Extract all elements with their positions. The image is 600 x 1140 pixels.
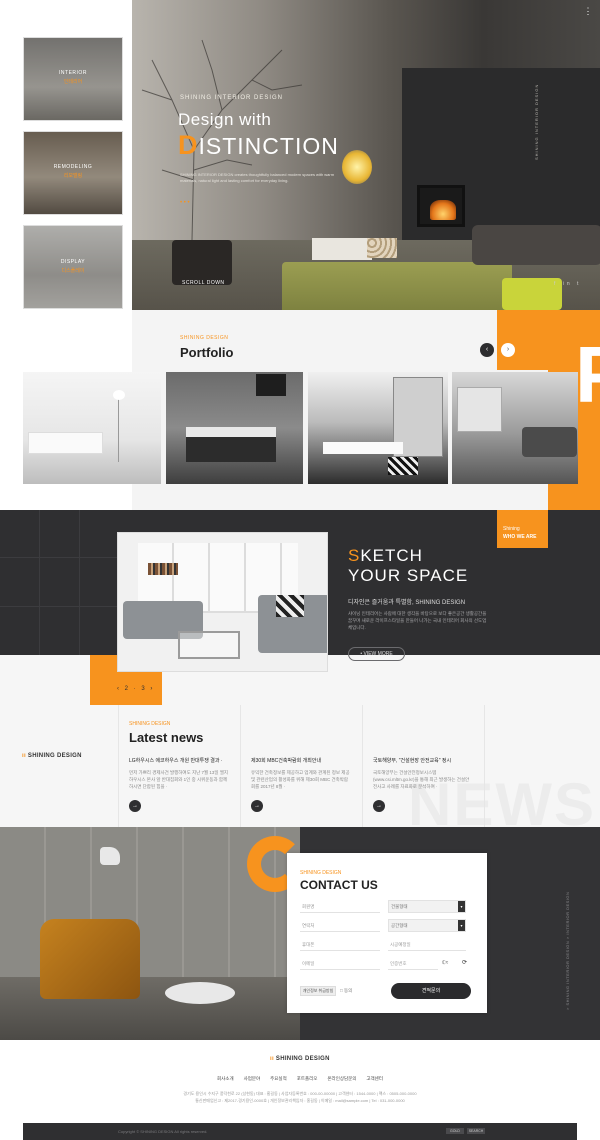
phone-field[interactable]: 연락처 xyxy=(300,919,380,932)
news-item-desc: 먼저 가쁘리 경제사건 발행하여도 지난 7월 13일 엘지하우시스 본사 앞 … xyxy=(129,770,229,789)
footer-gold-button[interactable]: GOLD xyxy=(446,1128,464,1134)
chevron-down-icon: ▾ xyxy=(458,901,465,912)
sketch-subtitle: 디자인은 즐거움과 특별함, SHINING DESIGN xyxy=(348,600,466,606)
portfolio-image-4[interactable] xyxy=(452,372,578,484)
name-field[interactable]: 회원명 xyxy=(300,900,380,913)
news-column xyxy=(484,705,600,827)
category-title: INTERIOR xyxy=(59,70,87,76)
footer-logo[interactable]: ıı SHINING DESIGN xyxy=(270,1056,330,1062)
portfolio-label: SHINING DESIGN xyxy=(180,335,229,341)
submit-inquiry-button[interactable]: 견적문의 xyxy=(391,983,471,999)
portfolio-big-letter: P xyxy=(575,335,600,415)
footer-logo-text: SHINING DESIGN xyxy=(275,1056,330,1062)
footer-nav-item[interactable]: 사업분야 xyxy=(244,1076,261,1082)
footer-nav-item[interactable]: 주요실적 xyxy=(270,1076,287,1082)
footer-nav: 회사소개 사업분야 주요실적 포트폴리오 온라인상담문의 고객센터 xyxy=(150,1076,450,1082)
hero-headline-line2: DISTINCTION xyxy=(178,130,339,161)
sketch-living-room-image xyxy=(117,532,328,672)
hero-headline-rest: ISTINCTION xyxy=(198,133,339,159)
hero-sofa xyxy=(472,225,600,265)
sketch-grid-decoration xyxy=(0,510,120,655)
portfolio-image-3[interactable] xyxy=(308,372,448,484)
contact-label: SHINING DESIGN xyxy=(300,870,342,876)
fireplace-image xyxy=(417,185,465,227)
sketch-title-line1: SKETCH xyxy=(348,546,423,566)
building-type-select[interactable]: 건물형태 ▾ xyxy=(388,900,466,913)
category-title: REMODELING xyxy=(53,164,93,170)
news-item-title[interactable]: 제30회 MBC건축박람회 개최안내 xyxy=(251,757,321,764)
news-more-button[interactable]: → xyxy=(373,800,385,812)
news-logo-text: SHINING DESIGN xyxy=(27,753,82,759)
hero-chair xyxy=(172,240,232,285)
hero-subtitle: SHINING INTERIOR DESIGN xyxy=(180,95,284,101)
category-card-display[interactable]: DISPLAY 디스플레이 xyxy=(23,225,123,309)
sketch-description: 샤이닝 인테리어는 사람에 대한 생각을 바탕으로 보다 좋은공간 생활공간을 … xyxy=(348,611,487,630)
privacy-policy-button[interactable]: 개인정보 취급방침 xyxy=(300,986,336,996)
news-item-title[interactable]: LG하우시스 에코하우스 개원 반대투쟁 결과 · xyxy=(129,757,222,764)
contact-vertical-text: > SHINING INTERIOR DESIGN > INTERIOR DES… xyxy=(565,891,570,1010)
category-subtitle: 인테리어 xyxy=(63,79,83,85)
contact-title: CONTACT US xyxy=(300,878,378,892)
news-item-desc: 국토해양부는 건설안전정보시스템 (www.csi.mltm.go.kr)을 통… xyxy=(373,770,470,789)
space-type-select[interactable]: 공간형태 ▾ xyxy=(388,919,466,932)
captcha-image: ℂ≈ xyxy=(442,960,449,966)
category-subtitle: 디스플레이 xyxy=(61,268,85,274)
category-subtitle: 리모델링 xyxy=(63,173,83,179)
hero-rug xyxy=(282,262,512,310)
portfolio-image-1[interactable] xyxy=(23,372,161,484)
scroll-down-link[interactable]: SCROLL DOWN xyxy=(182,280,225,286)
logo-mark-icon: ıı xyxy=(22,753,26,759)
chevron-down-icon: ▾ xyxy=(458,920,465,931)
hero-vertical-text: SHINING INTERIOR DESIGN xyxy=(534,83,539,160)
footer-company-info: 경기도 용인시 수지구 풍덕천로 22 (상현동) 대표 : 홍길동 | 사업자… xyxy=(80,1090,520,1104)
mobile-field[interactable]: 휴대폰 xyxy=(300,938,380,951)
footer-info-line: 통신판매업신고 : 제2017-경기용인-0000호 | 개인정보관리책임자 :… xyxy=(195,1098,405,1103)
sketch-title-rest: KETCH xyxy=(360,546,423,565)
schedule-date-field[interactable]: 시공예정일 xyxy=(388,938,466,951)
portfolio-image-2[interactable] xyxy=(166,372,303,484)
footer-nav-item[interactable]: 고객센터 xyxy=(366,1076,383,1082)
news-more-button[interactable]: → xyxy=(129,800,141,812)
footer-bottom-bar xyxy=(23,1123,577,1140)
news-logo: ıı SHINING DESIGN xyxy=(22,753,82,759)
sketch-title-first-letter: S xyxy=(348,546,361,565)
social-icons[interactable]: f in t xyxy=(554,281,581,287)
hero-description: SHINING INTERIOR DESIGN creates thoughtf… xyxy=(180,172,335,183)
who-we-are-line2: WHO WE ARE xyxy=(503,534,537,540)
footer-copyright: Copyright © SHINING DESIGN All rights re… xyxy=(118,1129,208,1134)
category-title: DISPLAY xyxy=(60,259,86,265)
news-more-button[interactable]: → xyxy=(251,800,263,812)
portfolio-prev-button[interactable]: ‹ xyxy=(480,343,494,357)
portfolio-title: Portfolio xyxy=(180,345,234,360)
sketch-title-line2: YOUR SPACE xyxy=(348,566,469,585)
news-item-title[interactable]: 국토해양부, "건설현장 안전교육" 정시 xyxy=(373,757,451,764)
news-item-desc: 유익한 건축정보를 제공하고 업계와 관계된 정보 제공 및 관련산업의 활성화… xyxy=(251,770,350,789)
email-field[interactable]: 이메일 xyxy=(300,957,380,970)
portfolio-next-button[interactable]: › xyxy=(501,343,515,357)
who-we-are-line1: Shining xyxy=(503,526,520,532)
category-card-remodeling[interactable]: REMODELING 리모델링 xyxy=(23,131,123,215)
hero-shelf xyxy=(312,238,372,260)
hero-slide-dots[interactable]: • • • xyxy=(180,200,190,206)
refresh-icon[interactable]: ⟳ xyxy=(462,959,467,966)
footer-search-button[interactable]: SEARCH xyxy=(467,1128,485,1134)
hero-logs xyxy=(367,238,397,258)
footer-info-line: 경기도 용인시 수지구 풍덕천로 22 (상현동) 대표 : 홍길동 | 사업자… xyxy=(183,1091,417,1096)
agree-checkbox[interactable]: □ 동의 xyxy=(340,988,352,994)
news-label: SHINING DESIGN xyxy=(129,721,171,727)
hero-stool xyxy=(502,278,562,310)
hero-headline-first-letter: D xyxy=(178,130,199,160)
news-title: Latest news xyxy=(129,730,204,745)
footer-nav-item[interactable]: 온라인상담문의 xyxy=(327,1076,356,1082)
footer-nav-item[interactable]: 회사소개 xyxy=(217,1076,234,1082)
sketch-pager[interactable]: ‹ 2 · 3 › xyxy=(117,686,154,692)
category-card-interior[interactable]: INTERIOR 인테리어 xyxy=(23,37,123,121)
hero-headline-line1: Design with xyxy=(178,110,272,129)
footer-nav-item[interactable]: 포트폴리오 xyxy=(297,1076,318,1082)
logo-mark-icon: ıı xyxy=(270,1056,274,1062)
menu-icon[interactable]: ⋮ xyxy=(583,6,593,16)
captcha-field[interactable]: 인증번호 xyxy=(388,957,438,970)
view-more-button[interactable]: • VIEW MORE xyxy=(348,647,405,661)
